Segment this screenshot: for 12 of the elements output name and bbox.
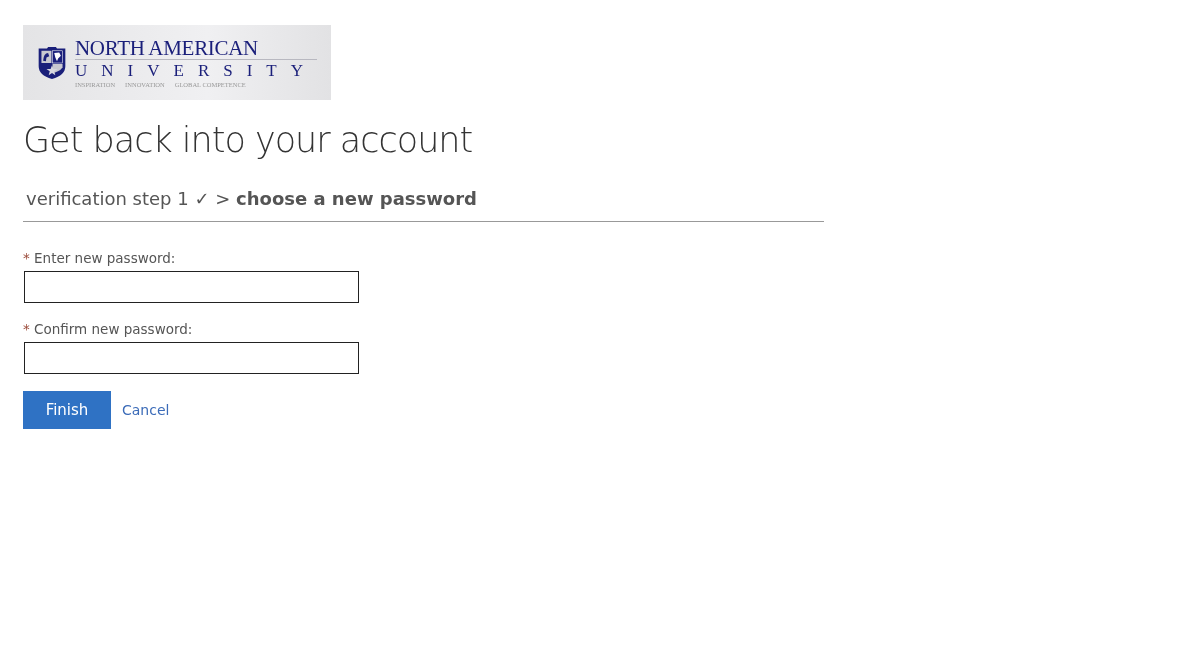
field-label: Enter new password:	[34, 250, 176, 266]
password-field[interactable]	[24, 271, 359, 303]
breadcrumb: verification step 1 ✓ > choose a new password	[26, 188, 478, 211]
finish-button[interactable]: Finish	[23, 391, 111, 429]
page-title: Get back into your account	[23, 120, 474, 160]
required-mark: *	[23, 250, 30, 266]
logo-subname: UNIVERSITY	[75, 59, 317, 81]
field-label: Confirm new password:	[34, 321, 193, 337]
logo-name: NORTH AMERICAN	[75, 37, 259, 59]
required-mark: *	[23, 321, 30, 337]
password-field[interactable]	[24, 342, 359, 374]
cancel-link[interactable]: Cancel	[122, 402, 170, 418]
